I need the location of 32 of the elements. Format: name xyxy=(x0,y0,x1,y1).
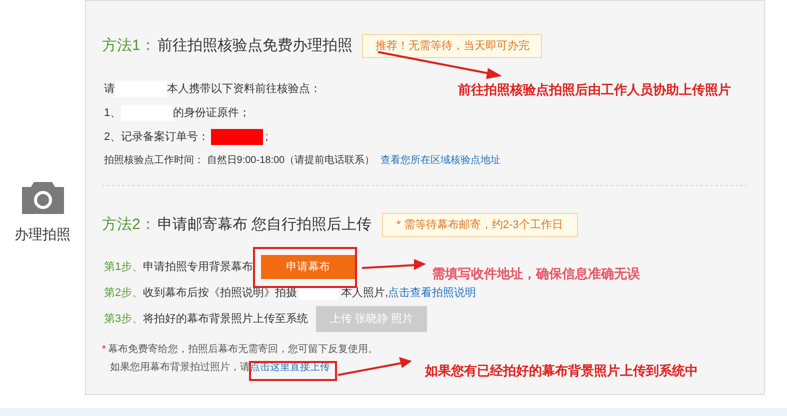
step-label: 第1步、 xyxy=(104,260,144,275)
instruction-text: ; xyxy=(265,130,268,145)
annotation-text: 需填写收件地址，确保信息准确无误 xyxy=(432,265,640,283)
address-link[interactable]: 查看您所在区域核验点地址 xyxy=(380,152,501,168)
required-mark: * xyxy=(102,343,106,357)
camera-icon xyxy=(20,180,66,214)
method-title: 申请邮寄幕布 您自行拍照后上传 xyxy=(157,214,372,235)
redaction-mark xyxy=(211,129,264,145)
step-label: 第2步、 xyxy=(104,286,144,301)
instruction-text: 的身份证原件； xyxy=(173,106,250,121)
apply-button[interactable]: 申请幕布 xyxy=(261,255,356,279)
instruction-text: 2、记录备案订单号： xyxy=(104,130,210,145)
annotation-text: 如果您有已经拍好的幕布背景照片上传到系统中 xyxy=(425,362,698,380)
method-label: 方法2： xyxy=(102,214,156,235)
recommend-tag: 推荐！无需等待，当天即可办完 xyxy=(362,34,542,58)
instruction-text: 本人携带以下资料前往核验点： xyxy=(167,82,321,97)
wait-tag: * 需等待幕布邮寄，约2-3个工作日 xyxy=(382,212,578,238)
step-label: 第3步、 xyxy=(104,312,144,327)
step-text: 申请拍照专用背景幕布 xyxy=(143,260,254,275)
note-text: 幕布免费寄给您，拍照后幕布无需寄回，您可留下反复使用。 xyxy=(108,342,378,357)
instructions-link[interactable]: 点击查看拍照说明 xyxy=(388,284,476,302)
instruction-text: 请 xyxy=(104,82,115,97)
method-title: 前往拍照核验点免费办理拍照 xyxy=(157,36,352,56)
method-label: 方法1： xyxy=(102,36,156,56)
note-text: 如果您用幕布背景拍过照片，请 xyxy=(110,360,250,375)
instruction-text: 1、 xyxy=(104,106,122,121)
step-text: 本人照片, xyxy=(341,286,388,301)
sidebar-label: 办理拍照 xyxy=(14,225,70,244)
hours-text: 拍照核验点工作时间： 自然日9:00-18:00（请提前电话联系） xyxy=(104,154,375,168)
arrow xyxy=(362,259,426,270)
annotation-text: 前往拍照核验点拍照后由工作人员协助上传照片 xyxy=(458,81,731,99)
step-text: 将拍好的幕布背景照片上传至系统 xyxy=(143,312,308,327)
